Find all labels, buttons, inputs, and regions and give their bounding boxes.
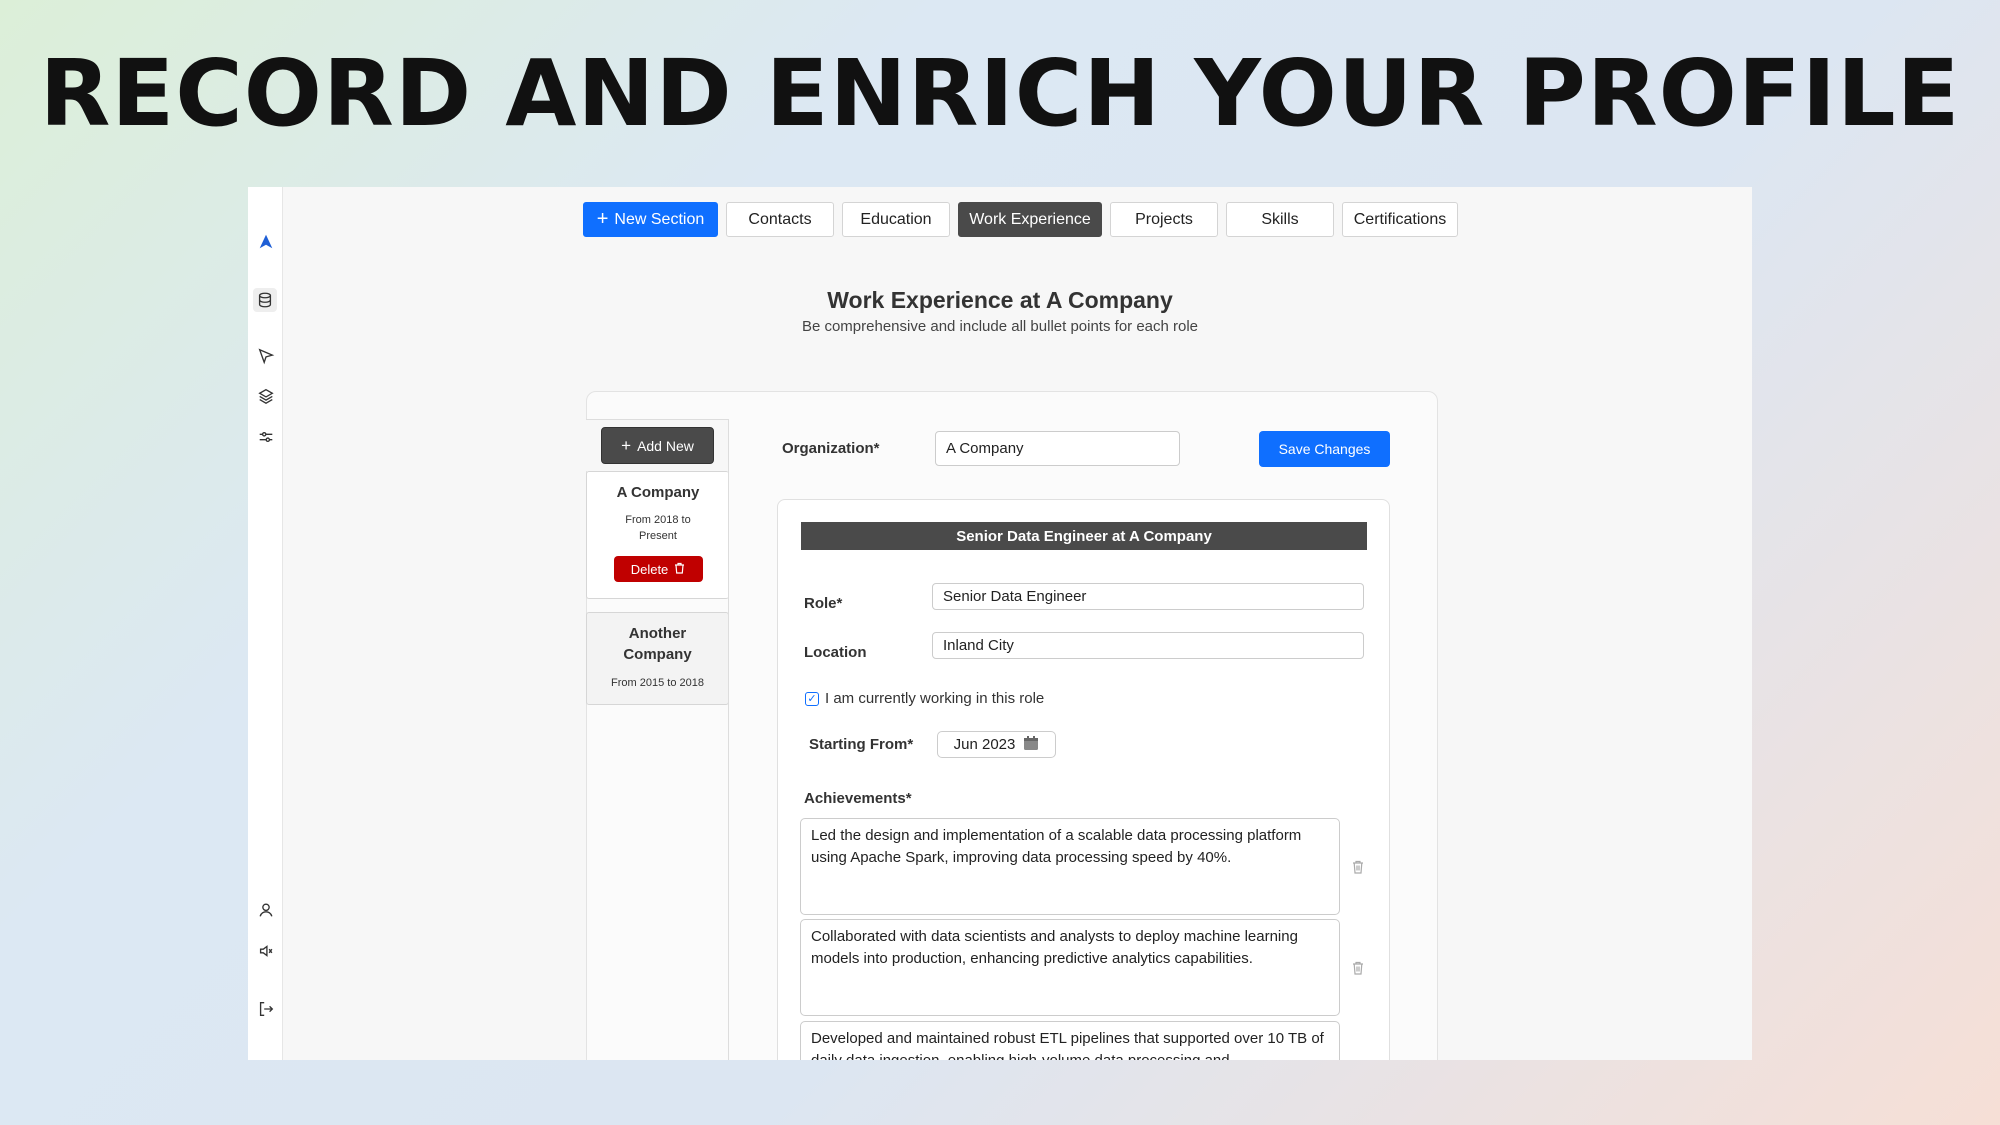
plus-icon: + (596, 208, 609, 230)
starting-from-label: Starting From* (809, 736, 914, 753)
role-card: Senior Data Engineer at A Company Role* … (777, 499, 1390, 1060)
app-window: + New Section Contacts Education Work Ex… (248, 187, 1752, 1060)
tab-work-experience[interactable]: Work Experience (958, 202, 1102, 237)
tab-education[interactable]: Education (842, 202, 950, 237)
current-role-label: I am currently working in this role (825, 690, 1045, 707)
company-name: Another Company (623, 625, 692, 663)
achievements-label: Achievements* (804, 790, 912, 807)
new-section-button[interactable]: + New Section (583, 202, 718, 237)
company-dates: From 2018 to Present (625, 514, 691, 542)
location-input[interactable]: Inland City (932, 632, 1364, 659)
role-label: Role* (804, 595, 843, 612)
tab-contacts[interactable]: Contacts (726, 202, 834, 237)
section-tabs: + New Section Contacts Education Work Ex… (583, 202, 1466, 237)
headline: RECORD AND ENRICH YOUR PROFILE (39, 40, 1961, 147)
organization-input[interactable]: A Company (935, 431, 1180, 466)
speaker-icon[interactable] (256, 941, 276, 961)
achievement-textarea[interactable]: Led the design and implementation of a s… (800, 818, 1340, 915)
logo-arrow-icon[interactable] (256, 232, 276, 252)
save-changes-button[interactable]: Save Changes (1259, 431, 1390, 467)
tab-skills[interactable]: Skills (1226, 202, 1334, 237)
current-role-checkbox[interactable]: ✓ (805, 691, 819, 706)
current-role-checkbox-row[interactable]: ✓ I am currently working in this role (805, 690, 1044, 707)
user-icon[interactable] (256, 900, 276, 920)
calendar-icon (1023, 735, 1039, 755)
logout-icon[interactable] (256, 999, 276, 1019)
trash-icon[interactable] (1352, 860, 1366, 874)
list-item[interactable]: Another Company From 2015 to 2018 (586, 612, 729, 705)
role-input[interactable]: Senior Data Engineer (932, 583, 1364, 610)
achievement-textarea[interactable]: Collaborated with data scientists and an… (800, 919, 1340, 1016)
delete-button[interactable]: Delete (613, 556, 703, 582)
company-dates: From 2015 to 2018 (611, 677, 704, 689)
page-subtitle: Be comprehensive and include all bullet … (801, 318, 1199, 335)
add-new-button[interactable]: + Add New (601, 427, 714, 464)
starting-date-picker[interactable]: Jun 2023 (937, 731, 1056, 758)
send-icon[interactable] (256, 346, 276, 366)
list-item[interactable]: A Company From 2018 to Present Delete (586, 471, 729, 599)
trash-icon[interactable] (1352, 961, 1366, 975)
plus-icon: + (621, 435, 632, 455)
page-title: Work Experience at A Company (827, 287, 1173, 313)
location-label: Location (804, 644, 867, 661)
company-name: A Company (616, 484, 700, 501)
trash-icon (674, 562, 685, 577)
layers-icon[interactable] (256, 386, 276, 406)
sliders-icon[interactable] (256, 427, 276, 447)
organization-label: Organization* (782, 440, 880, 457)
tab-projects[interactable]: Projects (1110, 202, 1218, 237)
tab-certifications[interactable]: Certifications (1342, 202, 1458, 237)
achievement-textarea[interactable]: Developed and maintained robust ETL pipe… (800, 1021, 1340, 1060)
role-header: Senior Data Engineer at A Company (801, 522, 1367, 550)
